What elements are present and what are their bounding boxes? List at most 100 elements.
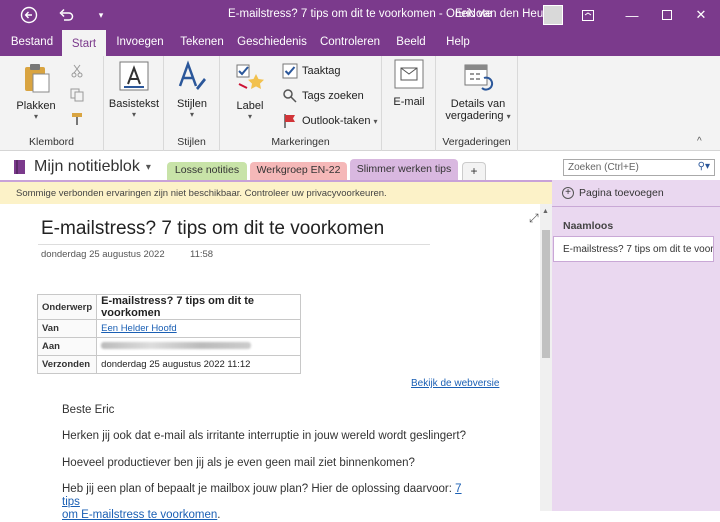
- privacy-info-bar: Sommige verbonden ervaringen zijn niet b…: [0, 180, 552, 204]
- add-page-label: Pagina toevoegen: [579, 187, 664, 199]
- cut-icon[interactable]: [70, 64, 84, 81]
- calendar-icon: [464, 64, 494, 91]
- group-label-klembord: Klembord: [29, 136, 74, 148]
- page-title[interactable]: E-mailstress? 7 tips om dit te voorkomen: [41, 218, 384, 240]
- section-tab-werkgroep[interactable]: Werkgroep EN-22: [250, 162, 347, 180]
- web-version-link[interactable]: Bekijk de webversie: [411, 378, 499, 389]
- from-link[interactable]: Een Helder Hoofd: [101, 323, 177, 334]
- tab-start[interactable]: Start: [62, 30, 106, 56]
- outlook-tasks-label: Outlook-taken: [302, 115, 371, 127]
- collapse-ribbon-icon[interactable]: ^: [697, 136, 702, 147]
- add-section-button[interactable]: +: [462, 162, 486, 180]
- chevron-down-icon: ▾: [145, 161, 151, 173]
- paragraph-1: Herken jij ook dat e-mail als irritante …: [62, 430, 466, 442]
- from-key: Van: [36, 319, 98, 338]
- styles-label: Stijlen: [177, 98, 207, 110]
- font-a-icon: [119, 61, 149, 91]
- table-row: Aan: [36, 337, 302, 356]
- page-list-item[interactable]: E-mailstress? 7 tips om dit te voor: [553, 236, 714, 262]
- meeting-details-button[interactable]: Details van vergadering ▾: [442, 60, 514, 122]
- label-button-label: Label: [236, 100, 264, 112]
- section-tab-slimmer-werken[interactable]: Slimmer werken tips: [350, 159, 458, 180]
- find-tags-label: Tags zoeken: [302, 90, 364, 102]
- title-underline: [38, 244, 430, 245]
- outlook-tasks-button[interactable]: Outlook-taken ▾: [282, 113, 378, 129]
- group-label-stijlen: Stijlen: [177, 136, 206, 148]
- sent-key: Verzonden: [36, 355, 98, 374]
- tag-check-icon: [236, 64, 264, 89]
- chevron-down-icon: ▾: [506, 112, 511, 121]
- sent-value: donderdag 25 augustus 2022 11:12: [96, 355, 302, 374]
- chevron-down-icon: ▾: [33, 112, 38, 121]
- notebook-name: Mijn notitieblok: [34, 158, 140, 175]
- scrollbar-thumb[interactable]: [542, 230, 550, 358]
- minimize-icon[interactable]: —: [617, 4, 647, 26]
- tab-help[interactable]: Help: [440, 30, 476, 56]
- table-row: Verzonden donderdag 25 augustus 2022 11:…: [36, 355, 302, 374]
- flag-icon: [284, 114, 295, 128]
- maximize-icon[interactable]: [652, 4, 682, 26]
- task-tag-button[interactable]: Taaktag: [282, 63, 341, 79]
- group-label-markeringen: Markeringen: [271, 136, 330, 148]
- add-page-button[interactable]: + Pagina toevoegen: [562, 187, 664, 199]
- tab-beeld[interactable]: Beeld: [392, 30, 430, 56]
- expand-page-icon[interactable]: ⤢: [529, 211, 539, 226]
- chevron-down-icon: ▾: [189, 110, 194, 119]
- paste-button[interactable]: Plakken ▾: [14, 62, 58, 121]
- search-icon[interactable]: ⚲▾: [698, 161, 710, 172]
- notebook-selector[interactable]: Mijn notitieblok ▾: [12, 158, 151, 176]
- section-tab-losse-notities[interactable]: Losse notities: [167, 162, 247, 180]
- search-input[interactable]: Zoeken (Ctrl+E) ⚲▾: [563, 159, 715, 176]
- chevron-down-icon: ▾: [373, 116, 378, 126]
- tab-invoegen[interactable]: Invoegen: [112, 30, 168, 56]
- notebook-icon: [14, 160, 25, 174]
- meeting-details-label: Details van: [450, 98, 506, 110]
- group-basistekst: Basistekst ▾: [104, 56, 164, 151]
- table-row: Onderwerp E-mailstress? 7 tips om dit te…: [36, 294, 302, 320]
- group-klembord: Plakken ▾ Klembord: [0, 56, 104, 151]
- email-button[interactable]: E-mail: [386, 58, 432, 108]
- styles-button[interactable]: Stijlen ▾: [168, 60, 216, 119]
- tab-controleren[interactable]: Controleren: [317, 30, 383, 56]
- close-icon[interactable]: ✕: [686, 4, 716, 26]
- label-button[interactable]: Label ▾: [230, 62, 270, 121]
- redacted-recipient: [101, 342, 252, 349]
- group-markeringen: Label ▾ Taaktag Tags zoeken Outlook-take…: [220, 56, 382, 151]
- group-label-vergaderingen: Vergaderingen: [442, 136, 511, 148]
- meeting-details-label-2: vergadering: [445, 110, 504, 122]
- format-painter-icon[interactable]: [70, 112, 84, 129]
- page-date: donderdag 25 augustus 2022: [41, 249, 165, 260]
- task-tag-label: Taaktag: [302, 65, 341, 77]
- tab-bestand[interactable]: Bestand: [6, 30, 58, 56]
- group-email: E-mail: [382, 56, 436, 151]
- email-header-table: Onderwerp E-mailstress? 7 tips om dit te…: [36, 294, 302, 374]
- search-tags-icon: [283, 89, 297, 103]
- copy-icon[interactable]: [70, 88, 84, 105]
- window-title: E-mailstress? 7 tips om dit te voorkomen…: [228, 8, 492, 20]
- subject-key: Onderwerp: [36, 294, 98, 320]
- add-icon: +: [562, 187, 574, 199]
- scroll-up-icon[interactable]: ▲: [542, 208, 549, 215]
- find-tags-button[interactable]: Tags zoeken: [282, 88, 364, 104]
- tab-tekenen[interactable]: Tekenen: [176, 30, 228, 56]
- chevron-down-icon: ▾: [131, 110, 136, 119]
- paragraph-2: Hoeveel productiever ben jij als je even…: [62, 457, 415, 469]
- styles-icon: [178, 60, 206, 90]
- greeting: Beste Eric: [62, 404, 115, 416]
- table-row: Van Een Helder Hoofd: [36, 319, 302, 338]
- avatar[interactable]: [543, 5, 563, 25]
- search-placeholder: Zoeken (Ctrl+E): [568, 162, 639, 173]
- tab-geschiedenis[interactable]: Geschiedenis: [236, 30, 308, 56]
- basic-text-button[interactable]: Basistekst ▾: [108, 60, 160, 119]
- pages-divider: [552, 206, 720, 207]
- basic-text-label: Basistekst: [108, 98, 160, 110]
- paragraph-3: Heb jij een plan of bepaalt je mailbox j…: [62, 483, 472, 522]
- subject-value: E-mailstress? 7 tips om dit te voorkomen: [96, 294, 302, 320]
- paste-label: Plakken: [16, 100, 56, 112]
- ribbon-display-icon[interactable]: [573, 4, 603, 26]
- group-vergaderingen: Details van vergadering ▾ Vergaderingen: [436, 56, 518, 151]
- page-scrollbar[interactable]: ▲: [540, 204, 552, 511]
- group-stijlen: Stijlen ▾ Stijlen: [164, 56, 220, 151]
- email-page-icon: [394, 59, 424, 89]
- email-label: E-mail: [393, 96, 425, 108]
